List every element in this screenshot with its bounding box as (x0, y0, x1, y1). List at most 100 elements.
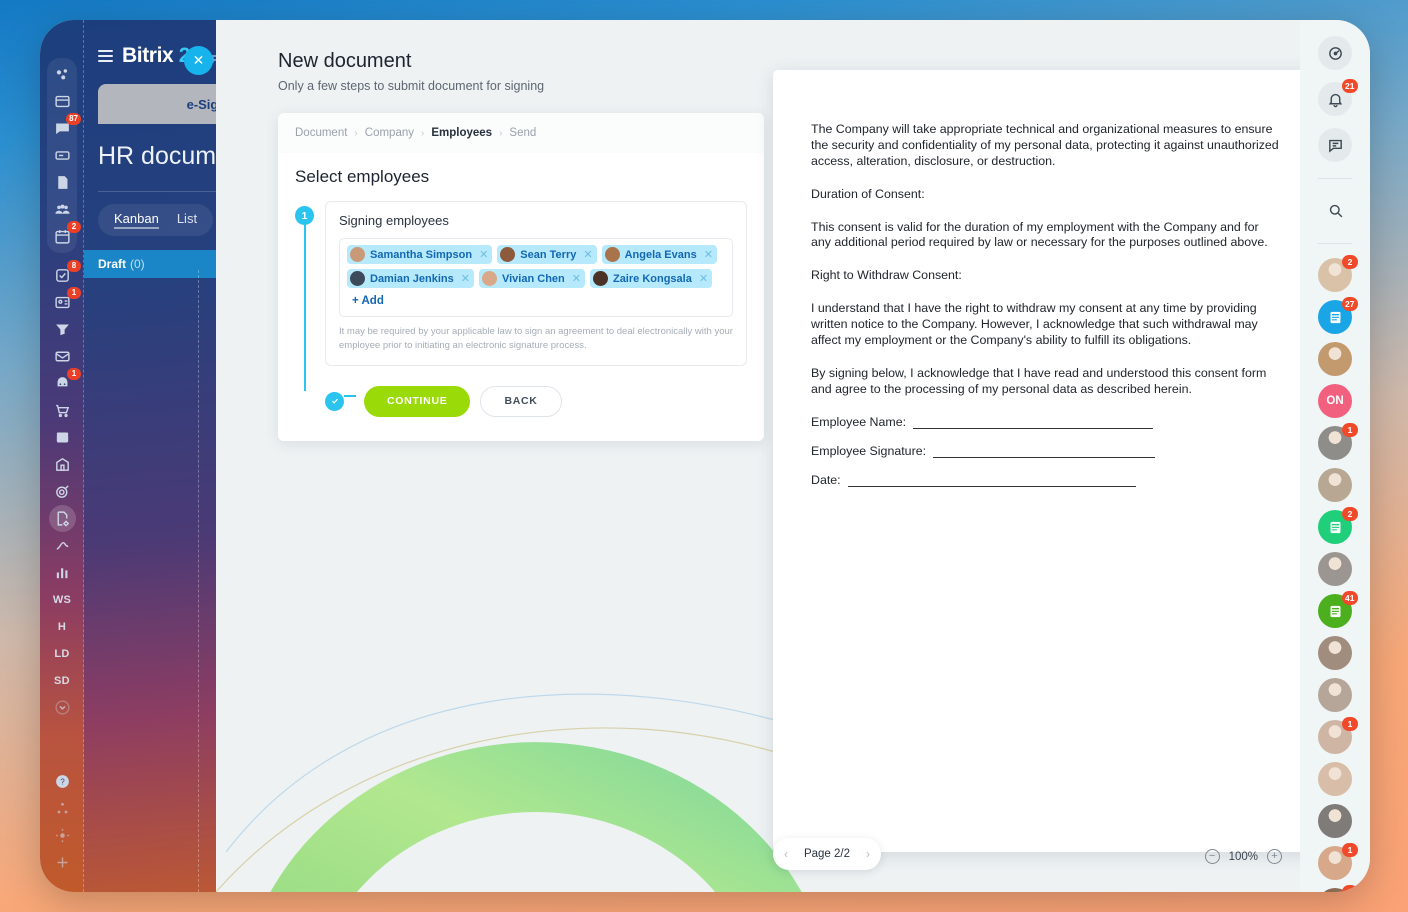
user-avatar[interactable]: 1 (1318, 717, 1358, 754)
avatar (1318, 636, 1352, 670)
breadcrumb-item-company[interactable]: Company (365, 127, 414, 139)
kanban-column-label: Draft (98, 257, 127, 271)
svg-text:?: ? (60, 777, 65, 786)
group-avatar[interactable]: 2 (1318, 255, 1358, 292)
employee-chip-list[interactable]: Samantha Simpson ✕ Sean Terry ✕ Angela Evans… (339, 238, 733, 317)
chevron-down-icon[interactable] (47, 694, 77, 721)
chevron-left-icon[interactable]: ‹ (784, 847, 788, 861)
bell-icon[interactable]: 21 (1318, 79, 1358, 116)
employee-chip[interactable]: Zaire Kongsala ✕ (589, 269, 713, 288)
user-avatar[interactable] (1318, 552, 1352, 586)
inventory-icon[interactable] (47, 424, 77, 451)
chat-badge: 87 (66, 113, 81, 125)
close-icon[interactable]: ✕ (583, 248, 592, 261)
user-avatar[interactable] (1318, 468, 1352, 502)
employee-chip-label: Vivian Chen (501, 272, 565, 285)
avatar (350, 247, 365, 262)
chat-icon[interactable]: 87 (47, 113, 81, 142)
employee-chip-label: Zaire Kongsala (612, 272, 692, 285)
user-avatar-on[interactable]: ON (1318, 384, 1352, 418)
tab-kanban[interactable]: Kanban (114, 211, 159, 229)
close-icon[interactable]: ✕ (699, 272, 708, 285)
divider (1318, 243, 1352, 244)
documents-icon[interactable] (47, 169, 77, 196)
signature-field-rule[interactable] (913, 416, 1154, 429)
news-feed-icon[interactable] (47, 88, 77, 115)
signature-field-label: Date: (811, 472, 841, 487)
minus-circle-icon[interactable]: − (1204, 849, 1220, 864)
bitrix-logo-icon[interactable] (47, 61, 77, 88)
back-button[interactable]: BACK (480, 385, 562, 417)
user-avatar[interactable] (1318, 762, 1352, 796)
user-avatar[interactable]: 1 (1318, 423, 1358, 460)
chat-bubble-icon[interactable] (1318, 128, 1352, 162)
user-avatar[interactable] (1318, 636, 1352, 670)
workspace-h-label[interactable]: H (47, 613, 77, 640)
employee-chip[interactable]: Vivian Chen ✕ (478, 269, 585, 288)
avatar (350, 271, 365, 286)
marketing-target-icon[interactable] (47, 478, 77, 505)
document-preview[interactable]: The Company will take appropriate techni… (773, 70, 1300, 852)
bell-badge: 21 (1341, 79, 1358, 93)
user-avatar[interactable] (1318, 678, 1352, 712)
employee-chip[interactable]: Angela Evans ✕ (601, 245, 717, 264)
chevron-right-icon[interactable]: › (866, 847, 870, 861)
close-icon[interactable]: ✕ (461, 272, 470, 285)
gear-icon[interactable] (47, 822, 77, 849)
online-store-icon[interactable] (47, 397, 77, 424)
collaboration-icon[interactable]: 27 (1318, 297, 1358, 334)
employee-chip[interactable]: Samantha Simpson ✕ (347, 245, 493, 264)
close-icon[interactable]: ✕ (704, 248, 713, 261)
plus-circle-icon[interactable]: + (1267, 849, 1282, 864)
avatar (1318, 678, 1352, 712)
groups-icon[interactable] (47, 196, 77, 223)
signature-field-rule[interactable] (933, 445, 1156, 458)
employee-chip[interactable]: Sean Terry ✕ (497, 245, 597, 264)
avatar (1318, 342, 1352, 376)
e-signature-icon[interactable] (48, 505, 76, 532)
help-icon[interactable]: ? (47, 768, 77, 795)
employee-chip[interactable]: Damian Jenkins ✕ (347, 269, 474, 288)
automation-bot-icon[interactable]: 1 (47, 368, 81, 397)
menu-burger-icon[interactable] (98, 50, 113, 62)
breadcrumb-item-document[interactable]: Document (295, 127, 347, 139)
notification-badge: 2 (1342, 255, 1358, 269)
kanban-column-count: (0) (130, 257, 145, 271)
workspace-sd-label[interactable]: SD (47, 667, 77, 694)
close-icon[interactable]: ✕ (479, 248, 488, 261)
pulse-icon[interactable] (1318, 36, 1352, 70)
signature-field-label: Employee Signature: (811, 443, 927, 458)
signature-field-rule[interactable] (847, 474, 1136, 487)
user-avatar[interactable] (1318, 804, 1352, 838)
group-nature-icon[interactable]: 41 (1318, 591, 1358, 628)
user-avatar[interactable] (1318, 342, 1352, 376)
sales-funnel-icon[interactable] (47, 316, 77, 343)
sitemap-icon[interactable] (47, 795, 77, 822)
breadcrumb-item-employees[interactable]: Employees (431, 127, 492, 139)
tab-list[interactable]: List (177, 211, 197, 229)
user-avatar[interactable]: 2 (1318, 885, 1358, 892)
avatar (500, 247, 516, 262)
tasks-icon[interactable]: 8 (47, 260, 81, 289)
workspace-ws-label[interactable]: WS (47, 586, 77, 613)
zoom-controls: − 100% + (1204, 849, 1282, 864)
company-icon[interactable] (47, 451, 77, 478)
calendar-icon[interactable]: 2 (47, 221, 81, 250)
add-employee-button[interactable]: + Add (347, 293, 389, 309)
close-icon[interactable]: ✕ (184, 46, 213, 75)
news-tile-icon[interactable]: 2 (1318, 507, 1358, 544)
search-icon[interactable] (1318, 193, 1352, 227)
kanban-column-divider (198, 270, 199, 892)
sign-pen-icon[interactable] (47, 532, 77, 559)
breadcrumb-item-send[interactable]: Send (509, 127, 536, 139)
plus-icon[interactable] (47, 849, 77, 876)
user-avatar[interactable]: 1 (1318, 843, 1358, 880)
drive-icon[interactable] (47, 142, 77, 169)
close-icon[interactable]: ✕ (572, 272, 581, 285)
analytics-icon[interactable] (47, 559, 77, 586)
avatar (1318, 762, 1352, 796)
continue-button[interactable]: CONTINUE (364, 385, 471, 417)
workspace-ld-label[interactable]: LD (47, 640, 77, 667)
mail-icon[interactable] (47, 343, 77, 370)
crm-contacts-icon[interactable]: 1 (47, 287, 81, 316)
